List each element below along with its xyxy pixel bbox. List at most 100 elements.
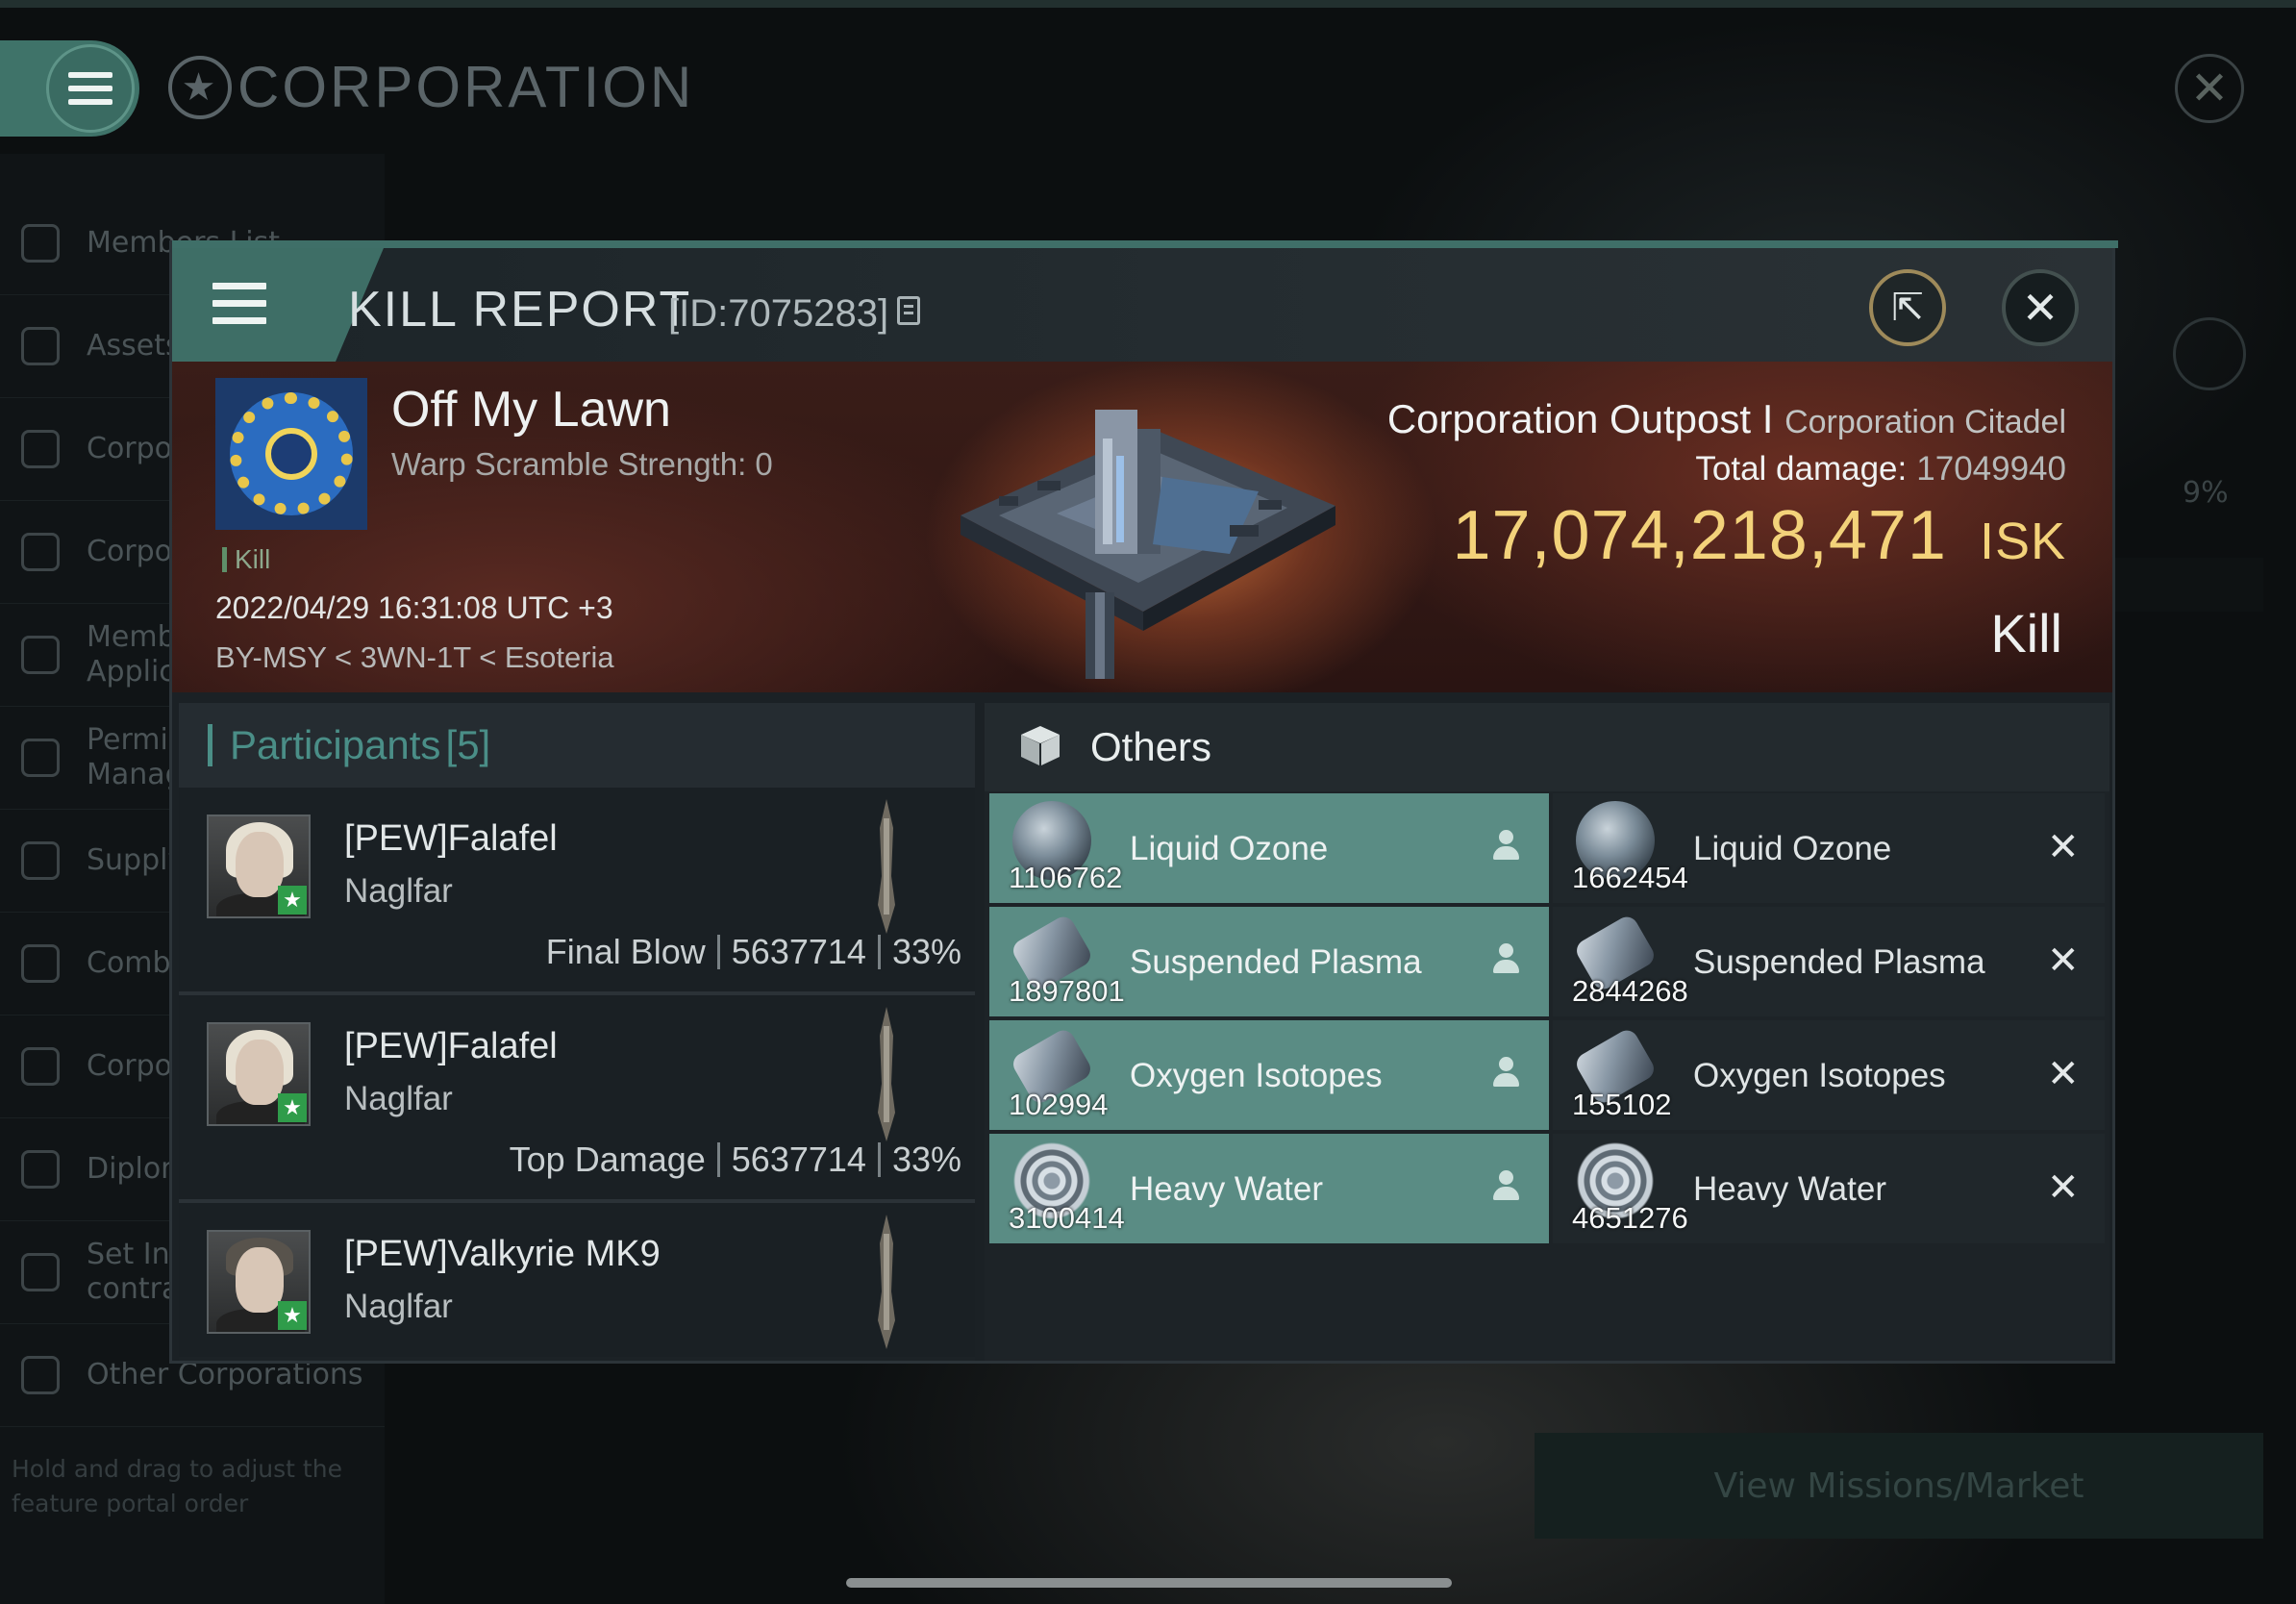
- target-info: Corporation Outpost I Corporation Citade…: [1387, 396, 2066, 442]
- corporation-close-button[interactable]: ✕: [2175, 54, 2244, 123]
- isk-value: 17,074,218,471 ISK: [1452, 496, 2066, 575]
- star-badge-icon: ★: [278, 886, 307, 915]
- ship-icon: [878, 1007, 895, 1141]
- participants-panel: Participants [5] ★ [PEW]Falafel Naglfar …: [179, 703, 975, 1361]
- item-name: Liquid Ozone: [1693, 830, 1892, 867]
- item-cell-destroyed[interactable]: 2844268 Suspended Plasma ✕: [1553, 907, 2105, 1016]
- close-button[interactable]: ✕: [2002, 269, 2079, 346]
- avatar[interactable]: ★: [207, 815, 311, 918]
- item-quantity: 102994: [1009, 1088, 1109, 1121]
- corporation-title: ★ CORPORATION: [168, 54, 694, 120]
- item-cell-dropped[interactable]: 1106762 Liquid Ozone: [989, 793, 1549, 903]
- ship-icon: [878, 1215, 895, 1349]
- participants-title: Participants: [230, 722, 441, 767]
- item-quantity: 4651276: [1572, 1201, 1688, 1235]
- item-cell-dropped[interactable]: 102994 Oxygen Isotopes: [989, 1020, 1549, 1130]
- item-quantity: 1106762: [1009, 861, 1123, 894]
- home-indicator[interactable]: [846, 1578, 1452, 1588]
- permission-icon: [21, 739, 60, 777]
- percent-label: 9%: [2183, 476, 2229, 510]
- participant-role: Top Damage: [509, 1140, 706, 1179]
- item-name: Liquid Ozone: [1130, 830, 1329, 867]
- person-icon: [1491, 830, 1520, 865]
- nav-label: Assets: [87, 329, 181, 363]
- share-icon: ⇱: [1891, 286, 1924, 330]
- others-title: Others: [1090, 724, 1212, 769]
- target-type: Corporation Citadel: [1784, 404, 2066, 440]
- hamburger-icon: [68, 72, 112, 105]
- cargo-cube-icon: [1019, 726, 1061, 768]
- item-quantity: 1662454: [1572, 861, 1688, 894]
- destroyed-x-icon: ✕: [2047, 825, 2080, 869]
- share-button[interactable]: ⇱: [1869, 269, 1946, 346]
- participant-percent: 33%: [891, 932, 961, 971]
- supply-icon: [21, 841, 60, 880]
- kill-location[interactable]: BY-MSY < 3WN-1T < Esoteria: [215, 640, 614, 675]
- kill-tag: Kill: [222, 544, 270, 575]
- contract-icon: [21, 1253, 60, 1291]
- kill-result: Kill: [1990, 603, 2062, 664]
- item-cell-destroyed[interactable]: 155102 Oxygen Isotopes ✕: [1553, 1020, 2105, 1130]
- document-icon: [21, 1047, 60, 1086]
- participants-count: [5]: [445, 722, 491, 767]
- avatar[interactable]: ★: [207, 1230, 311, 1334]
- item-name: Suspended Plasma: [1130, 943, 1422, 981]
- edit-icon[interactable]: [2173, 317, 2246, 390]
- star-icon: [21, 1356, 60, 1394]
- total-damage-value: 17049940: [1916, 450, 2066, 488]
- view-missions-market-button[interactable]: View Missions/Market: [1535, 1433, 2263, 1539]
- dialog-header: KILL REPORT [ID:7075283] ⇱ ✕: [172, 248, 2112, 362]
- others-header: Others: [985, 703, 2109, 791]
- pie-icon: [21, 533, 60, 571]
- participant-role: Final Blow: [545, 932, 706, 971]
- participant-stats: Top Damage 5637714 33%: [510, 1140, 961, 1180]
- combat-icon: [21, 944, 60, 983]
- participant-ship: Naglfar: [344, 1080, 453, 1117]
- participant-row[interactable]: ★ [PEW]Valkyrie MK9 Naglfar: [179, 1203, 975, 1357]
- participants-header: Participants [5]: [179, 703, 975, 788]
- citadel-structure-image: [961, 410, 1335, 679]
- victim-name[interactable]: Off My Lawn: [391, 381, 671, 439]
- destroyed-x-icon: ✕: [2047, 1052, 2080, 1096]
- handshake-icon: [21, 1150, 60, 1189]
- person-icon: [1491, 943, 1520, 978]
- dialog-accent-line: [172, 240, 2118, 248]
- warp-scramble-strength: Warp Scramble Strength: 0: [391, 446, 773, 482]
- victim-banner: Off My Lawn Warp Scramble Strength: 0 Ki…: [172, 362, 2112, 692]
- participant-row[interactable]: ★ [PEW]Falafel Naglfar Top Damage 563771…: [179, 995, 975, 1203]
- item-cell-dropped[interactable]: 3100414 Heavy Water: [989, 1134, 1549, 1243]
- total-damage: Total damage: 17049940: [1695, 450, 2066, 489]
- item-cell-destroyed[interactable]: 1662454 Liquid Ozone ✕: [1553, 793, 2105, 903]
- corporation-title-text: CORPORATION: [237, 55, 695, 119]
- participant-row[interactable]: ★ [PEW]Falafel Naglfar Final Blow 563771…: [179, 788, 975, 995]
- kill-timestamp: 2022/04/29 16:31:08 UTC +3: [215, 590, 613, 625]
- isk-unit: ISK: [1979, 513, 2066, 570]
- item-quantity: 1897801: [1009, 974, 1125, 1008]
- assets-icon: [21, 327, 60, 365]
- dialog-menu-button[interactable]: [172, 248, 336, 362]
- item-name: Oxygen Isotopes: [1693, 1057, 1946, 1094]
- item-quantity: 3100414: [1009, 1201, 1125, 1235]
- destroyed-x-icon: ✕: [2047, 1165, 2080, 1210]
- ship-icon: [878, 799, 895, 934]
- item-name: Heavy Water: [1130, 1170, 1323, 1208]
- kill-report-dialog: KILL REPORT [ID:7075283] ⇱ ✕ Off My Lawn…: [169, 240, 2118, 1364]
- item-cell-dropped[interactable]: 1897801 Suspended Plasma: [989, 907, 1549, 1016]
- participant-name: [PEW]Falafel: [344, 818, 558, 859]
- items-grid: 1106762 Liquid Ozone 1662454 Liquid Ozone ✕ 1…: [989, 793, 2105, 1243]
- item-quantity: 155102: [1572, 1088, 1672, 1121]
- corporation-star-icon: ★: [168, 55, 232, 119]
- top-strip: [0, 0, 2296, 8]
- copy-icon[interactable]: [897, 296, 920, 325]
- target-name[interactable]: Corporation Outpost I: [1387, 396, 1774, 441]
- chart-icon: [21, 430, 60, 468]
- item-cell-destroyed[interactable]: 4651276 Heavy Water ✕: [1553, 1134, 2105, 1243]
- isk-amount: 17,074,218,471: [1452, 497, 1947, 574]
- participant-ship: Naglfar: [344, 1288, 453, 1325]
- item-name: Oxygen Isotopes: [1130, 1057, 1383, 1094]
- avatar[interactable]: ★: [207, 1022, 311, 1126]
- item-name: Heavy Water: [1693, 1170, 1886, 1208]
- main-menu-button[interactable]: [46, 44, 135, 133]
- participant-name: [PEW]Valkyrie MK9: [344, 1234, 661, 1274]
- item-quantity: 2844268: [1572, 974, 1688, 1008]
